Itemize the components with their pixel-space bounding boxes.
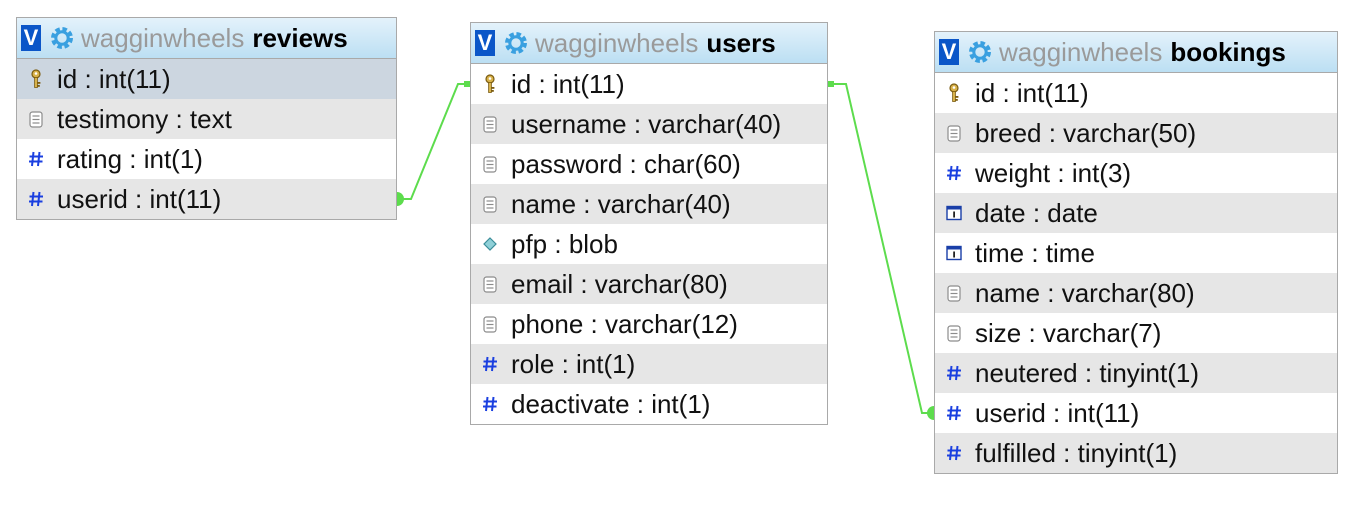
column-label: size : varchar(7): [975, 317, 1162, 348]
column-testimony[interactable]: testimony : text: [17, 99, 396, 139]
column-deactivate[interactable]: deactivate : int(1): [471, 384, 827, 424]
date-icon: [945, 203, 963, 223]
column-label: name : varchar(40): [511, 188, 731, 219]
column-label: id : int(11): [511, 68, 625, 99]
column-label: userid : int(11): [975, 397, 1140, 428]
gear-icon[interactable]: [49, 25, 75, 51]
column-neutered[interactable]: neutered : tinyint(1): [935, 353, 1337, 393]
column-label: date : date: [975, 197, 1098, 228]
column-role[interactable]: role : int(1): [471, 344, 827, 384]
column-email[interactable]: email : varchar(80): [471, 264, 827, 304]
text-icon: [481, 314, 499, 334]
key-icon: [27, 69, 45, 89]
column-label: email : varchar(80): [511, 268, 728, 299]
v-toggle-icon[interactable]: V: [939, 39, 959, 65]
text-icon: [481, 114, 499, 134]
hash-icon: [481, 354, 499, 374]
column-time[interactable]: time : time: [935, 233, 1337, 273]
column-userid[interactable]: userid : int(11): [17, 179, 396, 219]
hash-icon: [481, 394, 499, 414]
column-date[interactable]: date : date: [935, 193, 1337, 233]
hash-icon: [27, 189, 45, 209]
text-icon: [481, 154, 499, 174]
column-size[interactable]: size : varchar(7): [935, 313, 1337, 353]
hash-icon: [945, 403, 963, 423]
column-label: neutered : tinyint(1): [975, 357, 1200, 388]
text-icon: [945, 123, 963, 143]
column-label: deactivate : int(1): [511, 388, 711, 419]
column-weight[interactable]: weight : int(3): [935, 153, 1337, 193]
column-phone[interactable]: phone : varchar(12): [471, 304, 827, 344]
table-users[interactable]: V wagginwheels users id : int(11) usernam…: [470, 22, 828, 425]
relation-anchor: [828, 81, 834, 87]
key-icon: [945, 83, 963, 103]
v-toggle-icon[interactable]: V: [475, 30, 495, 56]
relation-line: [397, 83, 470, 200]
relation-endpoint: [927, 406, 934, 420]
column-label: testimony : text: [57, 103, 232, 134]
column-name[interactable]: name : varchar(40): [471, 184, 827, 224]
column-id[interactable]: id : int(11): [471, 64, 827, 104]
blob-icon: [481, 234, 499, 254]
text-icon: [27, 109, 45, 129]
column-rating[interactable]: rating : int(1): [17, 139, 396, 179]
column-label: id : int(11): [57, 63, 171, 94]
text-icon: [481, 274, 499, 294]
column-label: fulfilled : tinyint(1): [975, 437, 1178, 468]
column-label: weight : int(3): [975, 157, 1132, 188]
table-header[interactable]: V wagginwheels bookings: [935, 32, 1337, 73]
table-header[interactable]: V wagginwheels reviews: [17, 18, 396, 59]
database-name: wagginwheels: [81, 22, 245, 53]
column-pfp[interactable]: pfp : blob: [471, 224, 827, 264]
column-name[interactable]: name : varchar(80): [935, 273, 1337, 313]
table-reviews[interactable]: V wagginwheels reviews id : int(11) testi…: [16, 17, 397, 220]
hash-icon: [945, 163, 963, 183]
column-label: time : time: [975, 237, 1095, 268]
column-breed[interactable]: breed : varchar(50): [935, 113, 1337, 153]
column-password[interactable]: password : char(60): [471, 144, 827, 184]
hash-icon: [945, 443, 963, 463]
column-username[interactable]: username : varchar(40): [471, 104, 827, 144]
table-name: bookings: [1170, 36, 1286, 67]
text-icon: [481, 194, 499, 214]
column-fulfilled[interactable]: fulfilled : tinyint(1): [935, 433, 1337, 473]
date-icon: [945, 243, 963, 263]
relation-line: [828, 83, 934, 414]
column-label: phone : varchar(12): [511, 308, 738, 339]
gear-icon[interactable]: [967, 39, 993, 65]
key-icon: [481, 74, 499, 94]
column-label: role : int(1): [511, 348, 636, 379]
column-label: id : int(11): [975, 77, 1089, 108]
column-label: name : varchar(80): [975, 277, 1195, 308]
column-label: breed : varchar(50): [975, 117, 1197, 148]
text-icon: [945, 323, 963, 343]
column-label: rating : int(1): [57, 143, 203, 174]
table-bookings[interactable]: V wagginwheels bookings id : int(11) bree…: [934, 31, 1338, 474]
gear-icon[interactable]: [503, 30, 529, 56]
column-label: pfp : blob: [511, 228, 618, 259]
text-icon: [945, 283, 963, 303]
column-label: username : varchar(40): [511, 108, 782, 139]
column-label: password : char(60): [511, 148, 741, 179]
table-header[interactable]: V wagginwheels users: [471, 23, 827, 64]
v-toggle-icon[interactable]: V: [21, 25, 41, 51]
column-id[interactable]: id : int(11): [17, 59, 396, 99]
hash-icon: [945, 363, 963, 383]
table-name: reviews: [252, 22, 348, 53]
table-name: users: [706, 27, 776, 58]
hash-icon: [27, 149, 45, 169]
column-userid[interactable]: userid : int(11): [935, 393, 1337, 433]
database-name: wagginwheels: [535, 27, 699, 58]
relation-endpoint: [397, 192, 404, 206]
column-id[interactable]: id : int(11): [935, 73, 1337, 113]
database-name: wagginwheels: [999, 36, 1163, 67]
column-label: userid : int(11): [57, 183, 222, 214]
